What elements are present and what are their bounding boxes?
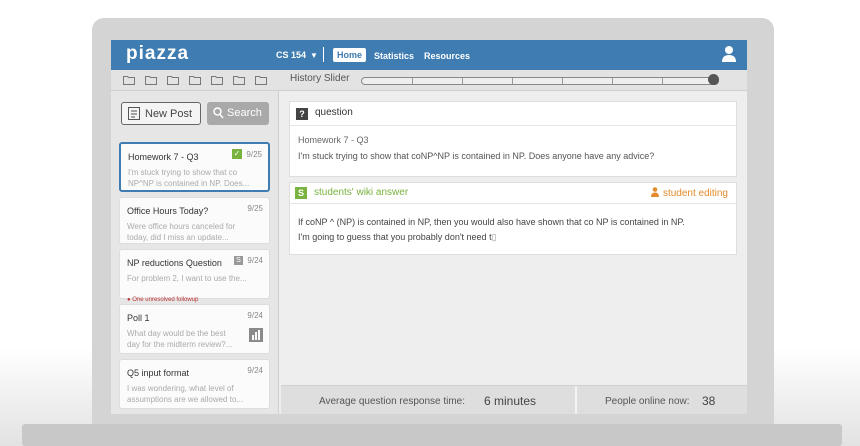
- post-date: 9/24: [247, 256, 263, 265]
- post-title: Homework 7 - Q3: [128, 152, 199, 162]
- piazza-logo[interactable]: piazza: [126, 43, 189, 65]
- student-editing-label: student editing: [662, 188, 728, 199]
- student-answer-badge: S: [234, 256, 243, 265]
- question-label: question: [315, 107, 353, 118]
- answer-body-line[interactable]: I'm going to guess that you probably don…: [298, 232, 497, 243]
- new-post-label: New Post: [145, 108, 193, 120]
- folder-icon[interactable]: [233, 75, 245, 85]
- course-selector[interactable]: CS 154 ▼: [276, 50, 318, 60]
- post-snippet: I'm stuck trying to show that co NP^NP i…: [128, 167, 268, 189]
- student-answer-icon: S: [295, 187, 307, 199]
- post-snippet-line: day for the midterm review?...: [127, 340, 233, 349]
- question-subject: Homework 7 - Q3: [298, 135, 369, 145]
- question-body: I'm stuck trying to show that coNP^NP is…: [298, 151, 655, 161]
- post-snippet-line: today, did I miss an update...: [127, 233, 229, 242]
- online-count-label: People online now:: [605, 396, 690, 407]
- slider-tick: [612, 78, 613, 84]
- nav-statistics[interactable]: Statistics: [374, 51, 414, 61]
- person-icon: [650, 187, 659, 197]
- post-item[interactable]: Homework 7 - Q3 ✓ 9/25 I'm stuck trying …: [119, 142, 270, 192]
- folder-toolbar: History Slider: [111, 70, 747, 91]
- post-list-panel: New Post Search Homework 7 - Q3 ✓ 9/25 I…: [111, 91, 279, 414]
- history-slider[interactable]: [361, 77, 719, 85]
- post-snippet-line: Were office hours canceled for: [127, 222, 236, 231]
- divider: [290, 125, 736, 126]
- slider-tick: [412, 78, 413, 84]
- nav-home[interactable]: Home: [333, 48, 367, 62]
- folder-icon[interactable]: [255, 75, 267, 85]
- answer-label: students' wiki answer: [314, 187, 409, 198]
- nav-divider: [323, 47, 324, 62]
- response-time-value: 6 minutes: [484, 394, 537, 408]
- post-item[interactable]: Office Hours Today? 9/25 Were office hou…: [119, 197, 270, 244]
- post-item[interactable]: Q5 input format 9/24 I was wondering, wh…: [119, 359, 270, 409]
- post-item[interactable]: Poll 1 9/24 What day would be the best d…: [119, 304, 270, 354]
- post-snippet-line: assumptions are we allowed to...: [127, 395, 244, 404]
- post-snippet-line: I'm stuck trying to show that co: [128, 168, 238, 177]
- folder-icon[interactable]: [123, 75, 135, 85]
- post-title: NP reductions Question: [127, 258, 222, 268]
- slider-tick: [462, 78, 463, 84]
- answer-card: S students' wiki answer student editing …: [289, 182, 737, 255]
- post-snippet: Were office hours canceled for today, di…: [127, 221, 267, 243]
- checkmark-icon: ✓: [232, 149, 242, 159]
- slider-tick: [662, 78, 663, 84]
- search-label: Search: [227, 107, 262, 119]
- answer-body-text: I'm going to guess that you probably don…: [298, 232, 492, 242]
- question-card: ? question Homework 7 - Q3 I'm stuck try…: [289, 101, 737, 177]
- student-editing-status: student editing: [650, 187, 728, 199]
- slider-tick: [512, 78, 513, 84]
- post-title: Q5 input format: [127, 368, 190, 378]
- answer-body-line[interactable]: If coNP ^ (NP) is contained in NP, then …: [298, 217, 685, 227]
- post-snippet: I was wondering, what level of assumptio…: [127, 383, 267, 405]
- post-title: Office Hours Today?: [127, 206, 209, 216]
- history-slider-handle[interactable]: [708, 74, 719, 85]
- user-icon[interactable]: [721, 45, 737, 63]
- stats-divider: [575, 386, 577, 414]
- new-post-button[interactable]: New Post: [121, 102, 201, 125]
- post-snippet-line: I was wondering, what level of: [127, 384, 234, 393]
- post-snippet: For problem 2, I want to use the...: [127, 273, 267, 284]
- post-snippet: What day would be the best day for the m…: [127, 328, 267, 350]
- online-count-value: 38: [702, 394, 716, 408]
- top-bar: piazza CS 154 ▼ Home Statistics Resources: [111, 40, 747, 70]
- folder-icon[interactable]: [211, 75, 223, 85]
- poll-chart-icon: [249, 328, 263, 342]
- slider-tick: [562, 78, 563, 84]
- app-screen: piazza CS 154 ▼ Home Statistics Resources…: [111, 40, 747, 414]
- followup-label: One unresolved followup: [132, 297, 199, 303]
- post-title: Poll 1: [127, 313, 150, 323]
- stats-bar: Average question response time: 6 minute…: [281, 385, 747, 414]
- post-date: 9/25: [246, 150, 262, 159]
- folder-icon[interactable]: [167, 75, 179, 85]
- search-button[interactable]: Search: [207, 102, 269, 125]
- new-post-icon: [128, 107, 140, 120]
- divider: [290, 203, 736, 204]
- caret-down-icon: ▼: [310, 51, 318, 60]
- folder-icon[interactable]: [145, 75, 157, 85]
- text-cursor: ▯: [491, 232, 497, 242]
- post-snippet-line: What day would be the best: [127, 329, 226, 338]
- course-label: CS 154: [276, 50, 307, 60]
- folder-icon[interactable]: [189, 75, 201, 85]
- question-icon: ?: [296, 108, 308, 120]
- response-time-label: Average question response time:: [319, 396, 466, 407]
- laptop-base: [22, 424, 842, 446]
- post-date: 9/24: [247, 366, 263, 375]
- post-snippet-line: NP^NP is contained in NP. Does...: [128, 179, 250, 188]
- post-date: 9/24: [247, 311, 263, 320]
- post-snippet-line: For problem 2, I want to use the...: [127, 274, 247, 283]
- search-icon: [213, 107, 224, 119]
- post-date: 9/25: [247, 204, 263, 213]
- post-item[interactable]: NP reductions Question S 9/24 For proble…: [119, 249, 270, 303]
- unresolved-followup-note: ● One unresolved followup: [127, 297, 198, 303]
- history-slider-label: History Slider: [290, 73, 350, 84]
- nav-resources[interactable]: Resources: [424, 51, 470, 61]
